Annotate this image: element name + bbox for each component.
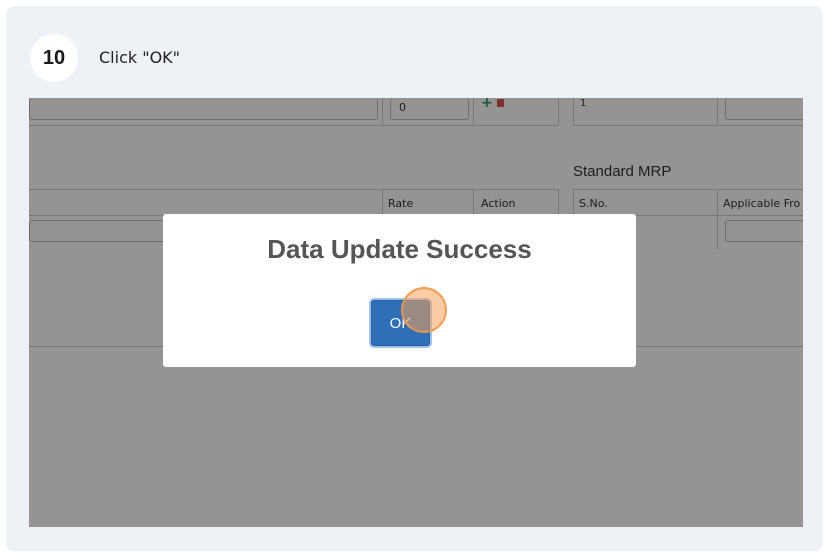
ok-button[interactable]: OK [371, 300, 430, 346]
app-background: 0 + 1 Standard MRP Rate Action S.No. App… [29, 98, 803, 527]
screenshot: 0 + 1 Standard MRP Rate Action S.No. App… [29, 98, 803, 527]
success-dialog: Data Update Success OK [163, 214, 636, 367]
dialog-title: Data Update Success [267, 234, 532, 264]
step-instruction: Click "OK" [99, 48, 181, 67]
step-number-badge: 10 [30, 34, 78, 82]
